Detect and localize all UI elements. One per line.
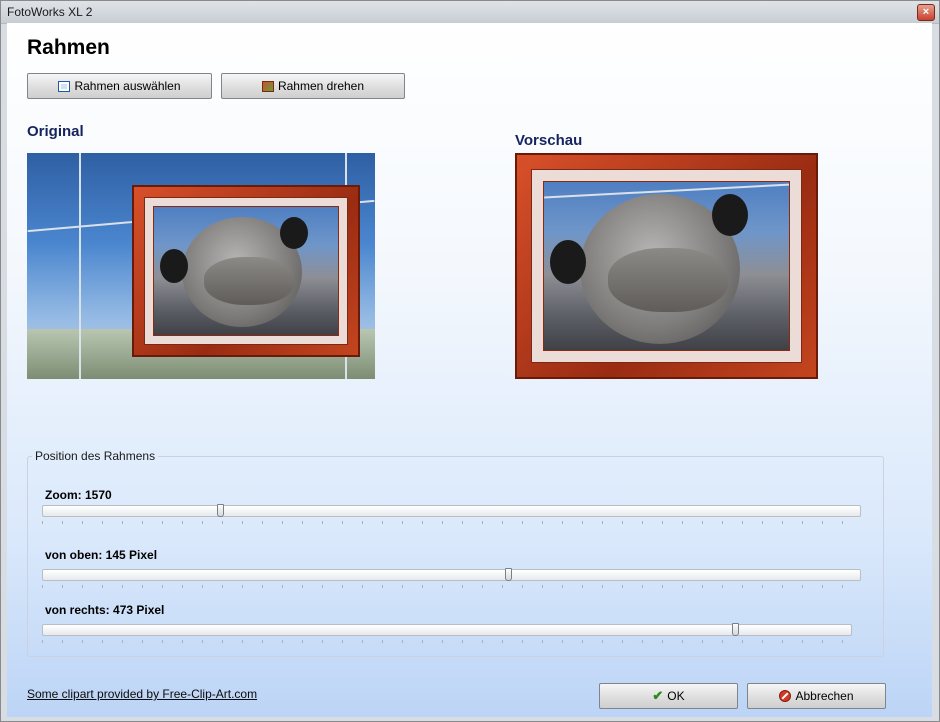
position-group: Position des Rahmens Zoom: 1570 von oben… [27, 449, 884, 657]
cancel-label: Abbrechen [795, 689, 854, 703]
ok-button[interactable]: ✔ OK [599, 683, 738, 709]
cancel-icon [779, 690, 792, 702]
cancel-button[interactable]: Abbrechen [747, 683, 886, 709]
top-offset-slider-thumb[interactable] [504, 568, 512, 581]
zoom-slider-thumb[interactable] [217, 504, 225, 517]
ostrich-eye [550, 240, 586, 284]
ostrich-eye [712, 194, 748, 236]
ok-label: OK [667, 689, 685, 703]
app-window: FotoWorks XL 2 × Rahmen Rahmen auswählen… [0, 0, 940, 722]
window-title: FotoWorks XL 2 [7, 5, 93, 19]
frame-overlay[interactable] [132, 185, 360, 357]
checkmark-icon: ✔ [652, 688, 664, 703]
right-offset-label: von rechts: 473 Pixel [45, 603, 165, 617]
ostrich-photo [153, 206, 339, 336]
select-frame-button[interactable]: Rahmen auswählen [27, 73, 212, 99]
ostrich-eye [280, 217, 308, 249]
frame-mat [531, 169, 802, 363]
page-title: Rahmen [27, 36, 110, 59]
frame-select-icon [58, 80, 71, 92]
zoom-ticks [42, 521, 861, 524]
preview-label: Vorschau [515, 132, 583, 149]
clipart-credit-link[interactable]: Some clipart provided by Free-Clip-Art.c… [27, 687, 257, 701]
ostrich-photo [543, 181, 790, 351]
frame-mat [144, 197, 348, 345]
select-frame-label: Rahmen auswählen [74, 79, 181, 93]
dialog-content: Rahmen Rahmen auswählen Rahmen drehen Or… [7, 23, 932, 717]
zoom-slider[interactable] [42, 504, 861, 517]
right-offset-slider[interactable] [42, 623, 852, 636]
top-offset-label: von oben: 145 Pixel [45, 548, 158, 562]
ostrich-beak [204, 257, 294, 305]
ostrich-beak [608, 248, 728, 312]
right-offset-ticks [42, 640, 852, 643]
right-offset-slider-thumb[interactable] [731, 623, 739, 636]
original-image[interactable] [27, 153, 375, 379]
frame-rotate-icon [261, 80, 274, 92]
close-button[interactable]: × [917, 4, 935, 21]
fence-post [79, 153, 81, 379]
rotate-frame-label: Rahmen drehen [277, 79, 365, 93]
ostrich-eye [160, 249, 188, 283]
position-group-legend: Position des Rahmens [35, 449, 156, 463]
close-icon: × [922, 6, 930, 18]
top-offset-slider[interactable] [42, 568, 861, 581]
zoom-label: Zoom: 1570 [45, 488, 112, 502]
preview-image [515, 153, 818, 379]
top-offset-ticks [42, 585, 861, 588]
original-label: Original [27, 123, 84, 140]
rotate-frame-button[interactable]: Rahmen drehen [221, 73, 405, 99]
title-bar[interactable]: FotoWorks XL 2 × [1, 1, 939, 24]
